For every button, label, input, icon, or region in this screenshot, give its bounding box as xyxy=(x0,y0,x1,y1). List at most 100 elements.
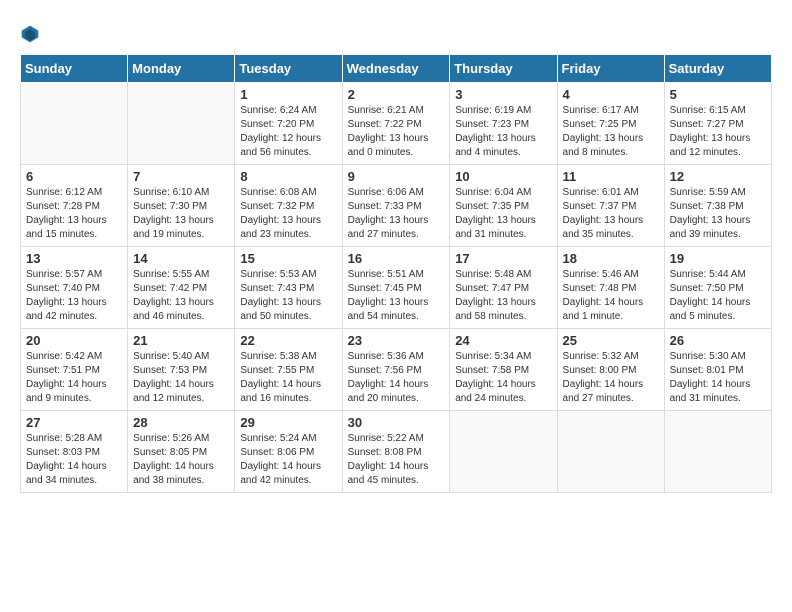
day-number: 25 xyxy=(563,333,659,348)
calendar-cell xyxy=(450,411,557,493)
calendar-week-row: 6Sunrise: 6:12 AMSunset: 7:28 PMDaylight… xyxy=(21,165,772,247)
weekday-header: Saturday xyxy=(664,55,771,83)
weekday-header: Friday xyxy=(557,55,664,83)
cell-content: Sunrise: 6:15 AMSunset: 7:27 PMDaylight:… xyxy=(670,104,766,160)
calendar-cell: 8 Sunrise: 6:08 AMSunset: 7:32 PMDaylight… xyxy=(235,165,342,247)
calendar-cell: 5 Sunrise: 6:15 AMSunset: 7:27 PMDaylight… xyxy=(664,83,771,165)
logo xyxy=(20,20,44,44)
calendar-cell xyxy=(21,83,128,165)
calendar-cell: 20 Sunrise: 5:42 AMSunset: 7:51 PMDayligh… xyxy=(21,329,128,411)
calendar-cell xyxy=(128,83,235,165)
day-number: 22 xyxy=(240,333,336,348)
day-number: 24 xyxy=(455,333,551,348)
day-number: 17 xyxy=(455,251,551,266)
calendar-cell: 6Sunrise: 6:12 AMSunset: 7:28 PMDaylight… xyxy=(21,165,128,247)
cell-content: Sunrise: 6:24 AMSunset: 7:20 PMDaylight:… xyxy=(240,104,336,160)
day-number: 26 xyxy=(670,333,766,348)
calendar-cell: 21 Sunrise: 5:40 AMSunset: 7:53 PMDayligh… xyxy=(128,329,235,411)
cell-content: Sunrise: 6:04 AMSunset: 7:35 PMDaylight:… xyxy=(455,186,551,242)
calendar-cell: 22 Sunrise: 5:38 AMSunset: 7:55 PMDayligh… xyxy=(235,329,342,411)
page-header xyxy=(20,20,772,44)
calendar-cell: 18Sunrise: 5:46 AMSunset: 7:48 PMDayligh… xyxy=(557,247,664,329)
day-number: 12 xyxy=(670,169,766,184)
calendar-cell: 19 Sunrise: 5:44 AMSunset: 7:50 PMDayligh… xyxy=(664,247,771,329)
day-number: 11 xyxy=(563,169,659,184)
weekday-header: Tuesday xyxy=(235,55,342,83)
cell-content: Sunrise: 5:38 AMSunset: 7:55 PMDaylight:… xyxy=(240,350,336,406)
cell-content: Sunrise: 5:22 AMSunset: 8:08 PMDaylight:… xyxy=(348,432,445,488)
day-number: 29 xyxy=(240,415,336,430)
cell-content: Sunrise: 5:48 AMSunset: 7:47 PMDaylight:… xyxy=(455,268,551,324)
weekday-header: Thursday xyxy=(450,55,557,83)
calendar-week-row: 20 Sunrise: 5:42 AMSunset: 7:51 PMDayligh… xyxy=(21,329,772,411)
calendar-cell: 9 Sunrise: 6:06 AMSunset: 7:33 PMDaylight… xyxy=(342,165,450,247)
cell-content: Sunrise: 6:01 AMSunset: 7:37 PMDaylight:… xyxy=(563,186,659,242)
day-number: 13 xyxy=(26,251,122,266)
calendar-cell: 2 Sunrise: 6:21 AMSunset: 7:22 PMDaylight… xyxy=(342,83,450,165)
day-number: 19 xyxy=(670,251,766,266)
cell-content: Sunrise: 5:51 AMSunset: 7:45 PMDaylight:… xyxy=(348,268,445,324)
day-number: 28 xyxy=(133,415,229,430)
calendar-cell: 27Sunrise: 5:28 AMSunset: 8:03 PMDayligh… xyxy=(21,411,128,493)
calendar-cell: 13Sunrise: 5:57 AMSunset: 7:40 PMDayligh… xyxy=(21,247,128,329)
cell-content: Sunrise: 5:34 AMSunset: 7:58 PMDaylight:… xyxy=(455,350,551,406)
cell-content: Sunrise: 5:24 AMSunset: 8:06 PMDaylight:… xyxy=(240,432,336,488)
cell-content: Sunrise: 5:32 AMSunset: 8:00 PMDaylight:… xyxy=(563,350,659,406)
calendar-cell xyxy=(557,411,664,493)
day-number: 2 xyxy=(348,87,445,102)
cell-content: Sunrise: 5:59 AMSunset: 7:38 PMDaylight:… xyxy=(670,186,766,242)
day-number: 23 xyxy=(348,333,445,348)
calendar-cell: 28 Sunrise: 5:26 AMSunset: 8:05 PMDayligh… xyxy=(128,411,235,493)
day-number: 10 xyxy=(455,169,551,184)
calendar-cell: 26 Sunrise: 5:30 AMSunset: 8:01 PMDayligh… xyxy=(664,329,771,411)
day-number: 4 xyxy=(563,87,659,102)
day-number: 30 xyxy=(348,415,445,430)
day-number: 21 xyxy=(133,333,229,348)
weekday-header: Sunday xyxy=(21,55,128,83)
calendar-cell: 29 Sunrise: 5:24 AMSunset: 8:06 PMDayligh… xyxy=(235,411,342,493)
cell-content: Sunrise: 5:30 AMSunset: 8:01 PMDaylight:… xyxy=(670,350,766,406)
cell-content: Sunrise: 5:44 AMSunset: 7:50 PMDaylight:… xyxy=(670,268,766,324)
calendar-cell: 11 Sunrise: 6:01 AMSunset: 7:37 PMDayligh… xyxy=(557,165,664,247)
cell-content: Sunrise: 6:17 AMSunset: 7:25 PMDaylight:… xyxy=(563,104,659,160)
calendar-header-row: SundayMondayTuesdayWednesdayThursdayFrid… xyxy=(21,55,772,83)
day-number: 3 xyxy=(455,87,551,102)
cell-content: Sunrise: 6:08 AMSunset: 7:32 PMDaylight:… xyxy=(240,186,336,242)
calendar-cell: 25 Sunrise: 5:32 AMSunset: 8:00 PMDayligh… xyxy=(557,329,664,411)
cell-content: Sunrise: 6:06 AMSunset: 7:33 PMDaylight:… xyxy=(348,186,445,242)
calendar-cell: 1 Sunrise: 6:24 AMSunset: 7:20 PMDaylight… xyxy=(235,83,342,165)
calendar-cell xyxy=(664,411,771,493)
cell-content: Sunrise: 6:10 AMSunset: 7:30 PMDaylight:… xyxy=(133,186,229,242)
calendar-table: SundayMondayTuesdayWednesdayThursdayFrid… xyxy=(20,54,772,493)
weekday-header: Monday xyxy=(128,55,235,83)
cell-content: Sunrise: 6:19 AMSunset: 7:23 PMDaylight:… xyxy=(455,104,551,160)
logo-icon xyxy=(20,24,40,44)
calendar-cell: 12 Sunrise: 5:59 AMSunset: 7:38 PMDayligh… xyxy=(664,165,771,247)
day-number: 5 xyxy=(670,87,766,102)
day-number: 16 xyxy=(348,251,445,266)
cell-content: Sunrise: 5:42 AMSunset: 7:51 PMDaylight:… xyxy=(26,350,122,406)
calendar-week-row: 1 Sunrise: 6:24 AMSunset: 7:20 PMDaylight… xyxy=(21,83,772,165)
cell-content: Sunrise: 5:40 AMSunset: 7:53 PMDaylight:… xyxy=(133,350,229,406)
calendar-cell: 24 Sunrise: 5:34 AMSunset: 7:58 PMDayligh… xyxy=(450,329,557,411)
day-number: 15 xyxy=(240,251,336,266)
day-number: 8 xyxy=(240,169,336,184)
calendar-cell: 23Sunrise: 5:36 AMSunset: 7:56 PMDayligh… xyxy=(342,329,450,411)
day-number: 20 xyxy=(26,333,122,348)
calendar-cell: 3 Sunrise: 6:19 AMSunset: 7:23 PMDaylight… xyxy=(450,83,557,165)
day-number: 9 xyxy=(348,169,445,184)
cell-content: Sunrise: 6:21 AMSunset: 7:22 PMDaylight:… xyxy=(348,104,445,160)
day-number: 27 xyxy=(26,415,122,430)
calendar-cell: 7 Sunrise: 6:10 AMSunset: 7:30 PMDaylight… xyxy=(128,165,235,247)
day-number: 1 xyxy=(240,87,336,102)
cell-content: Sunrise: 5:55 AMSunset: 7:42 PMDaylight:… xyxy=(133,268,229,324)
day-number: 7 xyxy=(133,169,229,184)
cell-content: Sunrise: 5:46 AMSunset: 7:48 PMDaylight:… xyxy=(563,268,659,324)
calendar-cell: 30 Sunrise: 5:22 AMSunset: 8:08 PMDayligh… xyxy=(342,411,450,493)
calendar-cell: 4 Sunrise: 6:17 AMSunset: 7:25 PMDaylight… xyxy=(557,83,664,165)
weekday-header: Wednesday xyxy=(342,55,450,83)
cell-content: Sunrise: 5:26 AMSunset: 8:05 PMDaylight:… xyxy=(133,432,229,488)
calendar-cell: 10 Sunrise: 6:04 AMSunset: 7:35 PMDayligh… xyxy=(450,165,557,247)
day-number: 14 xyxy=(133,251,229,266)
calendar-cell: 15Sunrise: 5:53 AMSunset: 7:43 PMDayligh… xyxy=(235,247,342,329)
